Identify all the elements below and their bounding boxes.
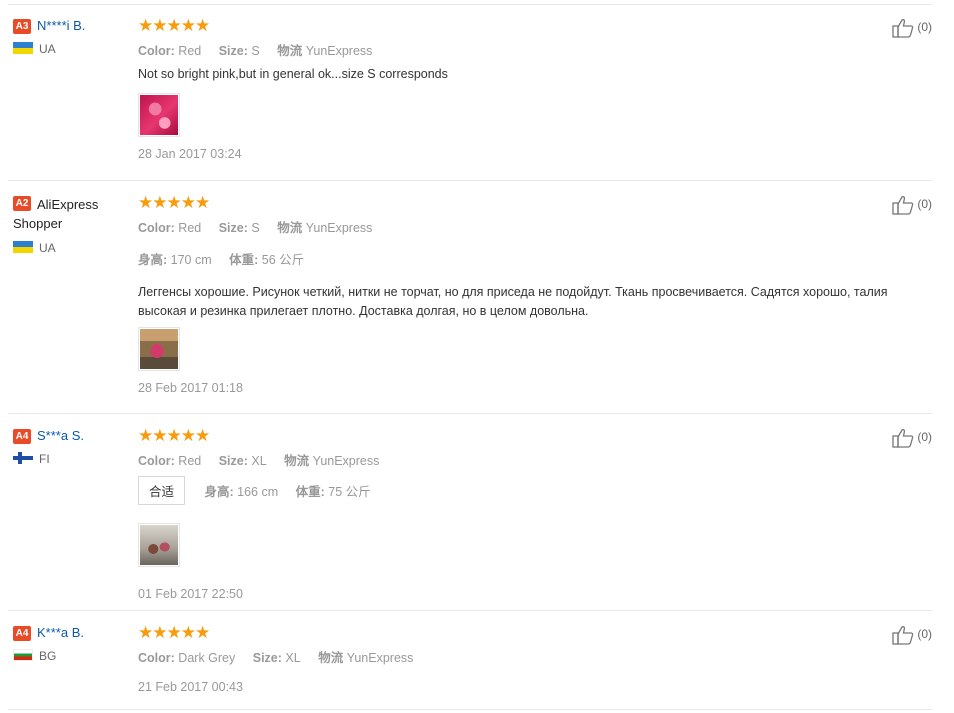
attr-size: Size: XL [218, 454, 267, 468]
helpful-button[interactable]: (0) [892, 625, 932, 645]
attr-height: 身高: 166 cm [204, 485, 279, 499]
attr-color: Color: Red [138, 221, 202, 235]
thumbs-up-icon [892, 626, 914, 645]
review-body: ★★★★★ Color: Red Size: S 物流 YunExpress N… [138, 17, 928, 161]
flag-ua-icon [13, 241, 33, 253]
order-attributes: Color: Dark Grey Size: XL 物流 YunExpress [138, 647, 928, 666]
divider [8, 709, 932, 710]
reviewer-info: A3 N****i B. UA [13, 18, 131, 56]
review-photo[interactable] [138, 327, 180, 371]
attr-weight: 体重: 75 公斤 [295, 485, 371, 499]
reviewer-info: A4 K***a B. BG [13, 625, 131, 663]
review-photo[interactable] [138, 523, 180, 567]
divider [8, 413, 932, 414]
reviewer-country: UA [13, 42, 131, 56]
review-photo[interactable] [138, 93, 180, 137]
star-rating: ★★★★★ [138, 16, 210, 35]
reviewer-country: FI [13, 452, 131, 466]
review-body: ★★★★★ Color: Red Size: S 物流 YunExpress 身… [138, 194, 928, 395]
buyer-level-badge: A4 [13, 626, 31, 641]
reviewer-name[interactable]: K***a B. [37, 625, 84, 640]
review-date: 01 Feb 2017 22:50 [138, 587, 243, 601]
attr-color: Color: Red [138, 454, 202, 468]
thumbs-up-icon [892, 429, 914, 448]
order-attributes: Color: Red Size: S 物流 YunExpress [138, 217, 928, 236]
review-body: ★★★★★ Color: Dark Grey Size: XL 物流 YunEx… [138, 623, 928, 695]
order-attributes: Color: Red Size: XL 物流 YunExpress [138, 450, 928, 469]
helpful-button[interactable]: (0) [892, 195, 932, 215]
review-date: 28 Feb 2017 01:18 [138, 381, 243, 395]
fit-tag: 合适 [138, 476, 186, 505]
flag-ua-icon [13, 42, 33, 54]
thumbs-up-icon [892, 196, 914, 215]
body-measurements: 合适 身高: 166 cm 体重: 75 公斤 [138, 476, 928, 505]
reviewer-name[interactable]: S***a S. [37, 428, 84, 443]
helpful-button[interactable]: (0) [892, 18, 932, 38]
attr-color: Color: Red [138, 44, 202, 58]
review-text: Леггенсы хорошие. Рисунок четкий, нитки … [138, 285, 888, 318]
attr-color: Color: Dark Grey [138, 651, 236, 665]
review-date: 28 Jan 2017 03:24 [138, 147, 242, 161]
body-measurements: 身高: 170 cm 体重: 56 公斤 [138, 249, 928, 268]
reviewer-info: A4 S***a S. FI [13, 428, 131, 466]
divider [8, 180, 932, 181]
attr-shipping: 物流 YunExpress [277, 221, 373, 235]
review-body: ★★★★★ Color: Red Size: XL 物流 YunExpress … [138, 427, 928, 601]
review-text: Not so bright pink,but in general ok...s… [138, 67, 448, 81]
review-date: 21 Feb 2017 00:43 [138, 680, 243, 694]
order-attributes: Color: Red Size: S 物流 YunExpress [138, 40, 928, 59]
star-rating: ★★★★★ [138, 623, 210, 642]
buyer-level-badge: A3 [13, 19, 31, 34]
flag-bg-icon [13, 649, 33, 661]
reviewer-country: UA [13, 241, 131, 255]
buyer-level-badge: A2 [13, 196, 31, 211]
reviewer-info: A2 AliExpress Shopper UA [13, 195, 131, 255]
thumbs-up-icon [892, 19, 914, 38]
star-rating: ★★★★★ [138, 426, 210, 445]
attr-size: Size: S [218, 44, 260, 58]
buyer-level-badge: A4 [13, 429, 31, 444]
flag-fi-icon [13, 452, 33, 464]
attr-size: Size: S [218, 221, 260, 235]
attr-height: 身高: 170 cm [138, 253, 212, 267]
attr-shipping: 物流 YunExpress [284, 454, 380, 468]
divider [8, 610, 932, 611]
attr-shipping: 物流 YunExpress [318, 651, 414, 665]
attr-size: Size: XL [252, 651, 301, 665]
attr-weight: 体重: 56 公斤 [229, 253, 305, 267]
attr-shipping: 物流 YunExpress [277, 44, 373, 58]
helpful-button[interactable]: (0) [892, 428, 932, 448]
reviewer-name[interactable]: N****i B. [37, 18, 85, 33]
reviewer-country: BG [13, 649, 131, 663]
top-divider [8, 4, 932, 5]
star-rating: ★★★★★ [138, 193, 210, 212]
